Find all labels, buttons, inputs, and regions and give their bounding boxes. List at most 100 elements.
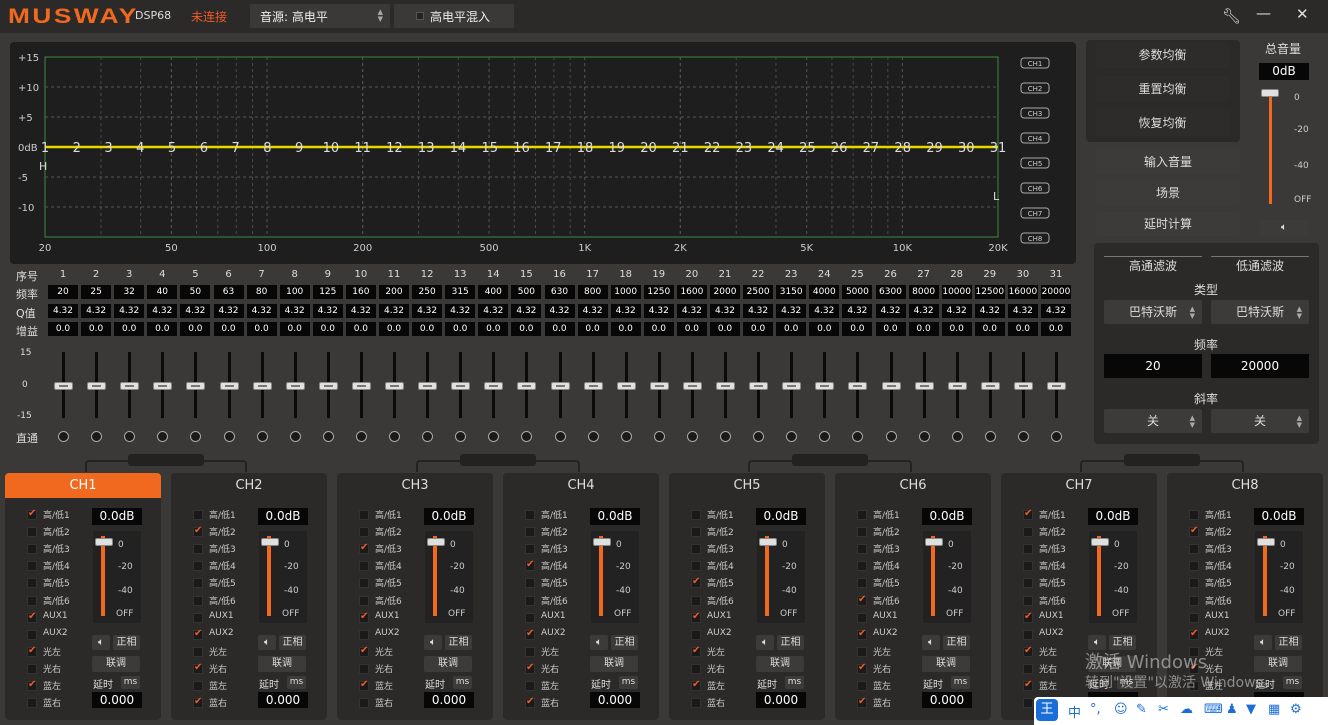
- checkbox-box[interactable]: [1023, 629, 1033, 640]
- input-checkbox[interactable]: 高/低3: [525, 542, 595, 556]
- band-freq-field[interactable]: 25: [81, 285, 112, 299]
- band-q-field[interactable]: 4.32: [81, 304, 112, 318]
- band-freq-field[interactable]: 50: [180, 285, 211, 299]
- band-bypass-radio[interactable]: [620, 431, 632, 442]
- mix-checkbox[interactable]: [416, 12, 424, 20]
- checkbox-box[interactable]: [193, 646, 203, 657]
- band-bypass-radio[interactable]: [389, 431, 400, 442]
- channel-volume-knob[interactable]: [261, 538, 279, 546]
- band-gain-field[interactable]: 0.0: [743, 322, 774, 336]
- band-q-field[interactable]: 4.32: [643, 304, 674, 318]
- channel-tab[interactable]: CH1: [5, 473, 161, 498]
- input-checkbox[interactable]: 高/低1: [857, 508, 927, 522]
- checkbox-box[interactable]: [359, 542, 369, 555]
- band-gain-field[interactable]: 0.0: [842, 322, 873, 336]
- checkbox-box[interactable]: [857, 510, 867, 520]
- input-checkbox[interactable]: 高/低4: [1189, 559, 1259, 573]
- band-gain-slider[interactable]: [1041, 348, 1071, 422]
- band-bypass-radio[interactable]: [786, 431, 798, 442]
- slider-knob[interactable]: [517, 382, 537, 390]
- checkbox-box[interactable]: [691, 576, 701, 589]
- input-checkbox[interactable]: 蓝左: [691, 679, 761, 693]
- input-checkbox[interactable]: 光右: [27, 662, 97, 676]
- input-checkbox[interactable]: 光右: [857, 662, 927, 676]
- band-gain-slider[interactable]: [776, 348, 806, 422]
- band-freq-field[interactable]: 12500: [974, 285, 1005, 299]
- band-freq-field[interactable]: 500: [511, 285, 542, 299]
- band-gain-field[interactable]: 0.0: [1007, 322, 1038, 336]
- checkbox-box[interactable]: [691, 611, 701, 623]
- delay-value-field[interactable]: 0.000: [258, 692, 308, 708]
- band-gain-field[interactable]: 0.0: [577, 322, 608, 336]
- slider-knob[interactable]: [682, 382, 702, 390]
- checkbox-box[interactable]: [525, 696, 535, 709]
- band-gain-slider[interactable]: [677, 348, 707, 422]
- channel-mute-button[interactable]: 🔈︎: [424, 635, 442, 650]
- checkbox-box[interactable]: [27, 544, 37, 555]
- checkbox-box[interactable]: [359, 510, 369, 520]
- input-checkbox[interactable]: 高/低6: [1189, 594, 1259, 608]
- checkbox-box[interactable]: [27, 578, 37, 589]
- checkbox-box[interactable]: [27, 645, 37, 657]
- band-freq-field[interactable]: 315: [445, 285, 476, 299]
- input-checkbox[interactable]: AUX1: [359, 611, 429, 625]
- checkbox-box[interactable]: [691, 663, 701, 674]
- band-q-field[interactable]: 4.32: [908, 304, 939, 318]
- band-freq-field[interactable]: 630: [544, 285, 575, 299]
- band-freq-field[interactable]: 6300: [875, 285, 906, 299]
- input-checkbox[interactable]: 高/低3: [691, 542, 761, 556]
- checkbox-box[interactable]: [27, 595, 37, 606]
- band-bypass-radio[interactable]: [455, 431, 467, 442]
- checkbox-box[interactable]: [1023, 698, 1033, 709]
- input-checkbox[interactable]: AUX2: [359, 628, 429, 642]
- checkbox-box[interactable]: [1023, 527, 1033, 538]
- input-checkbox[interactable]: 光左: [193, 645, 263, 659]
- ime-gear-icon[interactable]: ⚙: [1290, 702, 1302, 717]
- delay-unit-button[interactable]: ms: [453, 676, 472, 689]
- band-gain-field[interactable]: 0.0: [213, 322, 244, 336]
- input-checkbox[interactable]: 高/低6: [857, 594, 927, 608]
- input-checkbox[interactable]: 高/低3: [359, 542, 429, 556]
- band-bypass-radio[interactable]: [91, 431, 103, 442]
- band-bypass-radio[interactable]: [521, 431, 533, 442]
- channel-tab[interactable]: CH8: [1167, 473, 1323, 498]
- band-bypass-radio[interactable]: [289, 431, 301, 442]
- band-q-field[interactable]: 4.32: [379, 304, 409, 318]
- band-freq-field[interactable]: 5000: [842, 285, 873, 299]
- checkbox-box[interactable]: [1023, 508, 1033, 520]
- delay-unit-button[interactable]: ms: [619, 676, 638, 689]
- channel-volume-knob[interactable]: [593, 538, 611, 546]
- band-freq-field[interactable]: 125: [312, 285, 343, 299]
- slider-knob[interactable]: [749, 382, 769, 390]
- input-checkbox[interactable]: AUX1: [27, 611, 97, 625]
- band-q-field[interactable]: 4.32: [279, 304, 310, 318]
- link-tune-button[interactable]: 联调: [92, 656, 140, 672]
- checkbox-box[interactable]: [525, 527, 535, 538]
- band-gain-field[interactable]: 0.0: [710, 322, 740, 336]
- ime-cloud-icon[interactable]: ☁: [1180, 702, 1193, 717]
- band-gain-field[interactable]: 0.0: [776, 322, 807, 336]
- input-checkbox[interactable]: 高/低4: [193, 559, 263, 573]
- link-button-78[interactable]: [1124, 454, 1200, 466]
- input-checkbox[interactable]: 高/低2: [857, 525, 927, 539]
- close-icon[interactable]: ✕: [1296, 5, 1309, 23]
- band-gain-field[interactable]: 0.0: [676, 322, 707, 336]
- band-bypass-radio[interactable]: [124, 431, 136, 442]
- slider-knob[interactable]: [550, 382, 570, 390]
- band-gain-field[interactable]: 0.0: [1041, 322, 1071, 336]
- band-freq-field[interactable]: 16000: [1007, 285, 1038, 299]
- input-checkbox[interactable]: 高/低5: [1189, 576, 1259, 590]
- input-checkbox[interactable]: 高/低4: [691, 559, 761, 573]
- input-checkbox[interactable]: AUX1: [1189, 611, 1259, 625]
- checkbox-box[interactable]: [27, 527, 37, 538]
- checkbox-box[interactable]: [359, 527, 369, 538]
- band-bypass-radio[interactable]: [819, 431, 831, 442]
- input-checkbox[interactable]: 高/低6: [27, 594, 97, 608]
- band-q-field[interactable]: 4.32: [147, 304, 178, 318]
- band-bypass-radio[interactable]: [1051, 431, 1062, 442]
- slider-knob[interactable]: [219, 382, 239, 390]
- link-tune-button[interactable]: 联调: [756, 656, 804, 672]
- minimize-icon[interactable]: —: [1256, 4, 1271, 22]
- input-checkbox[interactable]: 光左: [1023, 645, 1093, 659]
- input-checkbox[interactable]: 光左: [857, 645, 927, 659]
